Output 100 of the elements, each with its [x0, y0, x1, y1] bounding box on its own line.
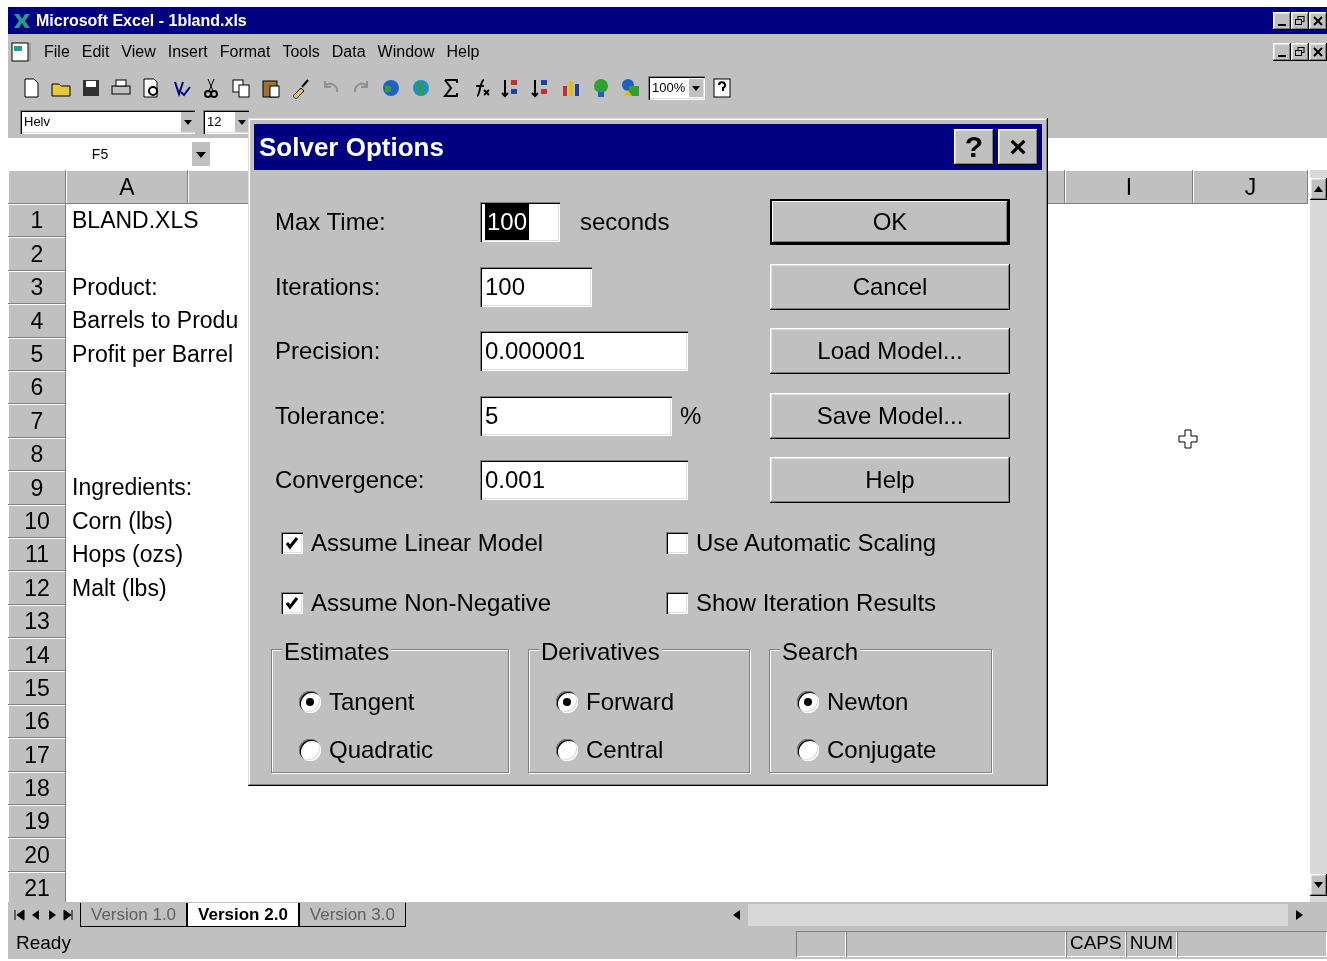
zoom-field[interactable]: 100% — [648, 76, 706, 100]
menu-item[interactable]: File — [38, 40, 76, 64]
tab-scroll-first-icon[interactable] — [12, 907, 28, 923]
radio-button[interactable] — [797, 690, 819, 713]
minimize-icon — [1278, 23, 1286, 26]
menu-item[interactable]: View — [115, 40, 162, 64]
cell-text: Corn (lbs) — [72, 506, 173, 536]
checkbox[interactable] — [666, 591, 688, 614]
status-indicator: NUM — [1125, 930, 1177, 957]
font-size-field[interactable]: 12 — [203, 110, 249, 134]
input-field[interactable]: 100 — [480, 266, 592, 307]
dialog-button[interactable]: Cancel — [770, 263, 1010, 310]
document-close-button[interactable] — [1309, 43, 1327, 61]
menu-item[interactable]: Format — [213, 40, 277, 64]
radio-label: Tangent — [329, 686, 415, 717]
dialog-button[interactable]: Load Model... — [770, 328, 1010, 374]
row-header[interactable]: 9 — [8, 471, 66, 505]
close-button[interactable]: × — [998, 129, 1038, 165]
minimize-button[interactable] — [1273, 11, 1291, 30]
row-header[interactable]: 1 — [8, 204, 66, 238]
sheet-tab[interactable]: Version 2.0 — [187, 903, 299, 927]
checkmark-icon — [285, 535, 299, 550]
cell-text: BLAND.XLS — [72, 206, 199, 236]
menu-item[interactable]: Insert — [161, 40, 214, 64]
field-label: Tolerance: — [275, 400, 387, 431]
row-header[interactable]: 15 — [8, 671, 66, 705]
row-header[interactable]: 10 — [8, 504, 66, 538]
tab-scroll-last-icon[interactable] — [60, 907, 76, 923]
row-header[interactable]: 6 — [8, 370, 66, 405]
row-header[interactable]: 3 — [8, 270, 66, 305]
dialog-button[interactable]: OK — [770, 199, 1010, 245]
down-arrow-icon — [1314, 882, 1323, 888]
radio-button[interactable] — [556, 690, 578, 713]
checkbox-label: Assume Linear Model — [311, 527, 544, 558]
input-field[interactable]: 100 — [480, 202, 560, 243]
row-header[interactable]: 20 — [8, 838, 66, 872]
field-label: Iterations: — [275, 271, 382, 302]
menu-item[interactable]: Tools — [276, 40, 326, 64]
document-minimize-button[interactable] — [1273, 43, 1291, 61]
unit-label: seconds — [580, 207, 670, 238]
field-label: Precision: — [275, 336, 382, 367]
menu-item[interactable]: Help — [440, 40, 486, 64]
row-header[interactable]: 14 — [8, 638, 66, 672]
cell-text: Ingredients: — [72, 473, 193, 503]
row-header[interactable]: 13 — [8, 604, 66, 639]
row-header[interactable]: 17 — [8, 738, 66, 772]
row-header[interactable]: 18 — [8, 771, 66, 806]
radio-label: Conjugate — [827, 734, 937, 765]
input-field[interactable]: 0.001 — [480, 460, 688, 501]
restore-button[interactable] — [1291, 11, 1309, 30]
select-all-corner[interactable] — [8, 170, 66, 204]
cell-text: Barrels to Produ — [72, 306, 239, 336]
input-field[interactable]: 5 — [480, 395, 672, 436]
cursor-icon — [1178, 429, 1198, 449]
dialog-button[interactable]: Save Model... — [770, 392, 1010, 439]
checkbox[interactable] — [281, 531, 303, 554]
menu-item[interactable]: Window — [371, 40, 441, 64]
row-header[interactable]: 11 — [8, 537, 66, 572]
scroll-down-button[interactable] — [1310, 874, 1327, 896]
row-header[interactable]: 12 — [8, 571, 66, 605]
column-header[interactable]: J — [1193, 170, 1308, 204]
cell-text: Hops (ozs) — [72, 540, 184, 569]
font-field[interactable]: Helv — [20, 110, 195, 134]
restore-icon — [1295, 47, 1305, 57]
row-header[interactable]: 16 — [8, 704, 66, 739]
document-restore-button[interactable] — [1291, 43, 1309, 61]
radio-button[interactable] — [797, 738, 819, 761]
radio-label: Newton — [827, 686, 909, 717]
input-field[interactable]: 0.000001 — [480, 331, 688, 372]
row-header[interactable]: 21 — [8, 871, 66, 902]
sheet-tab[interactable]: Version 3.0 — [298, 903, 406, 927]
row-header[interactable]: 4 — [8, 304, 66, 338]
checkbox[interactable] — [281, 591, 303, 614]
minimize-icon — [1278, 55, 1286, 57]
row-header[interactable]: 7 — [8, 404, 66, 438]
restore-icon — [1295, 15, 1305, 26]
help-button[interactable]: ? — [954, 129, 994, 165]
checkbox-label: Assume Non-Negative — [311, 587, 552, 618]
menu-item[interactable]: Edit — [75, 40, 116, 64]
menu-item[interactable]: Data — [325, 40, 372, 64]
checkbox[interactable] — [666, 531, 688, 554]
up-arrow-icon — [1314, 186, 1323, 192]
column-header[interactable]: A — [66, 170, 188, 204]
radio-button[interactable] — [299, 738, 321, 761]
field-label: Max Time: — [275, 207, 387, 238]
status-text: Ready — [16, 931, 72, 956]
copy-icon[interactable] — [229, 76, 253, 100]
row-header[interactable]: 19 — [8, 805, 66, 839]
row-header[interactable]: 2 — [8, 237, 66, 271]
column-header[interactable]: I — [1065, 170, 1193, 204]
dialog-button[interactable]: Help — [770, 457, 1010, 503]
radio-label: Forward — [586, 686, 675, 717]
radio-button[interactable] — [299, 690, 321, 713]
radio-button[interactable] — [556, 738, 578, 761]
row-header[interactable]: 5 — [8, 337, 66, 371]
row-header[interactable]: 8 — [8, 437, 66, 472]
window-title: Microsoft Excel - 1bland.xls — [36, 10, 248, 31]
scroll-up-button[interactable] — [1310, 178, 1327, 200]
close-button[interactable] — [1309, 11, 1327, 30]
vertical-scrollbar[interactable] — [1310, 170, 1327, 902]
